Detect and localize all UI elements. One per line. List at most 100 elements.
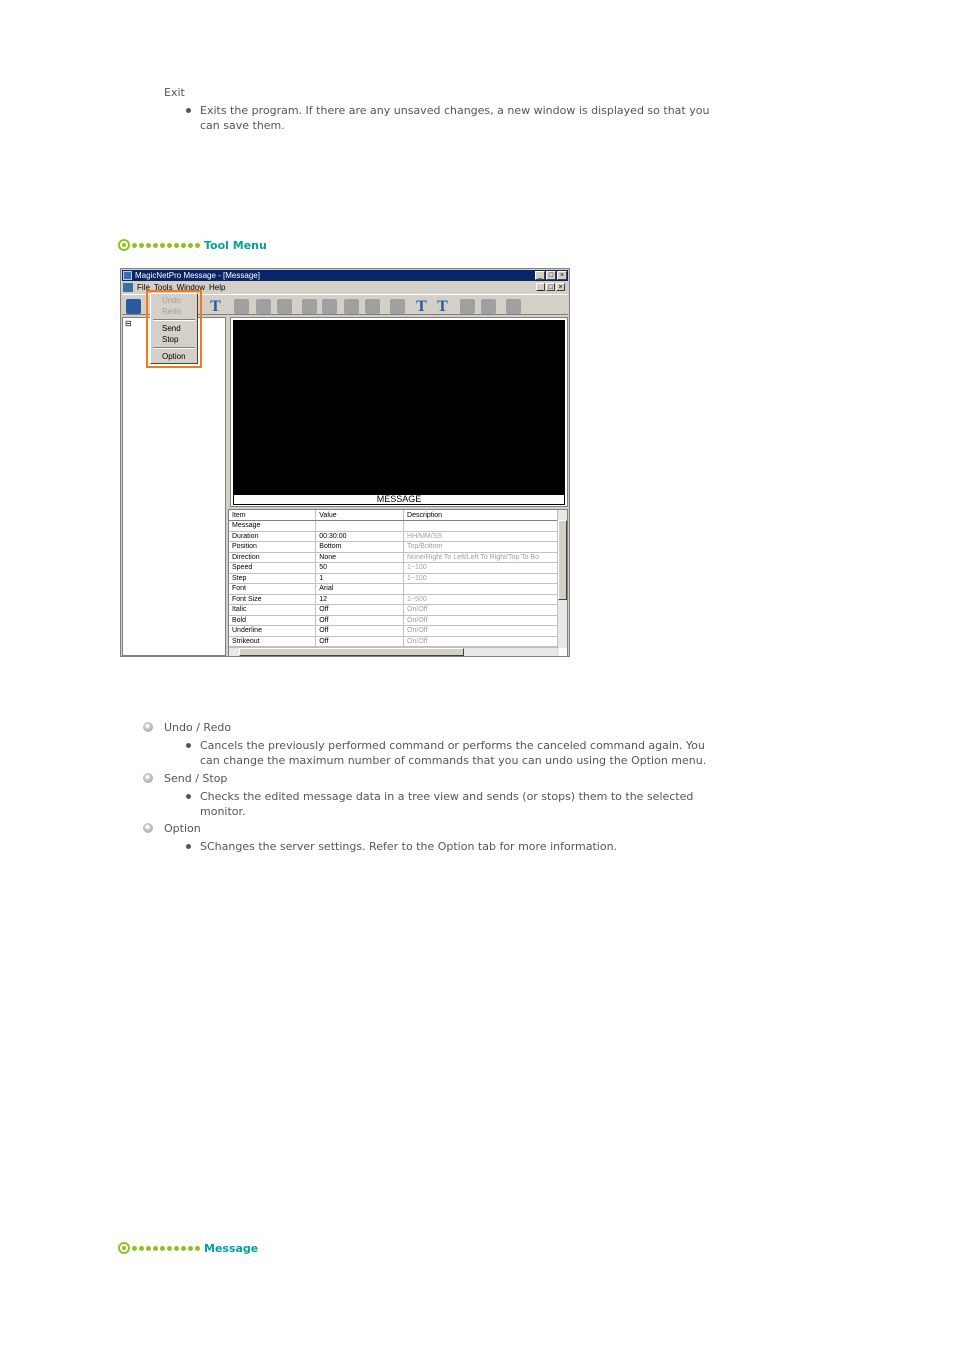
grid-cell: Bottom — [315, 541, 405, 553]
grid-cell — [315, 520, 405, 532]
grid-cell — [403, 520, 559, 532]
grid-row: Message — [229, 520, 559, 532]
window-title: MagicNetPro Message - [Message] — [135, 271, 260, 280]
grid-cell: 1 — [315, 573, 405, 584]
send-stop-term: Send / Stop — [164, 772, 228, 785]
message-heading: Message — [118, 1241, 258, 1255]
grid-cell: Off — [315, 615, 405, 626]
grid-cell: HH/MM/SS — [403, 531, 559, 542]
grid-row: Speed 50 1~100 — [229, 562, 559, 574]
grid-cell: Strikeout — [229, 636, 317, 647]
round-bullet-icon — [143, 823, 153, 833]
minimize-icon: _ — [535, 271, 545, 280]
grid-cell: On/Off — [403, 636, 559, 647]
grid-cell — [403, 583, 559, 595]
grid-row: Bold Off On/Off — [229, 615, 559, 626]
bullet-icon — [186, 108, 191, 113]
settings-icon — [390, 299, 405, 314]
maximize-icon: □ — [546, 271, 556, 280]
undo-redo-term: Undo / Redo — [164, 721, 232, 734]
section-circle-icon — [118, 239, 130, 251]
undo-redo-description: Cancels the previously performed command… — [200, 739, 707, 767]
exit-description: Exits the program. If there are any unsa… — [200, 104, 710, 132]
option-term: Option — [164, 822, 201, 835]
grid-cell: Font Size — [229, 594, 317, 605]
redo-icon — [481, 299, 496, 314]
vertical-scrollbar — [557, 510, 567, 648]
grid-cell: 1~500 — [403, 594, 559, 605]
property-grid: Item Value Description Message Duration 0… — [228, 509, 568, 657]
delete-icon — [365, 299, 380, 314]
send-stop-description: Checks the edited message data in a tree… — [200, 790, 694, 818]
grid-row: Position Bottom Top/Bottom — [229, 541, 559, 553]
tool-menu-title: Tool Menu — [204, 238, 267, 252]
message-title: Message — [204, 1241, 259, 1255]
grid-cell: Position — [229, 541, 317, 553]
grid-header-description: Description — [403, 510, 559, 521]
grid-cell: None/Right To Left/Left To Right/Top To … — [403, 552, 559, 563]
grid-cell: Speed — [229, 562, 317, 574]
copy-icon — [322, 299, 337, 314]
grid-cell: None — [315, 552, 405, 563]
grid-cell: Italic — [229, 604, 317, 616]
mdi-minimize-icon: _ — [536, 283, 545, 291]
grid-cell: Arial — [315, 583, 405, 595]
scroll-thumb — [558, 520, 567, 600]
send-text-icon: T — [416, 298, 427, 315]
grid-cell: On/Off — [403, 625, 559, 637]
grid-cell: Duration — [229, 531, 317, 542]
bullet-icon — [186, 844, 191, 849]
grid-row: Strikeout Off On/Off — [229, 636, 559, 647]
tree-expand-icon: ⊟ — [125, 319, 132, 328]
grid-cell: On/Off — [403, 604, 559, 616]
stop-text-icon: T — [437, 298, 448, 315]
tool-menu-heading: Tool Menu — [118, 238, 267, 252]
round-bullet-icon — [143, 773, 153, 783]
grid-cell: 50 — [315, 562, 405, 574]
message-preview: MESSAGE — [230, 317, 568, 507]
add-icon — [302, 299, 317, 314]
grid-cell: Direction — [229, 552, 317, 563]
scroll-thumb — [239, 648, 464, 656]
grid-header-item: Item — [229, 510, 317, 521]
open-icon — [234, 299, 249, 314]
grid-cell: On/Off — [403, 615, 559, 626]
grid-cell: Message — [229, 520, 317, 532]
grid-row: Step 1 1~100 — [229, 573, 559, 584]
grid-cell: Off — [315, 604, 405, 616]
grid-cell: Bold — [229, 615, 317, 626]
highlight-box — [146, 290, 202, 368]
grid-row: Underline Off On/Off — [229, 625, 559, 637]
window-titlebar: MagicNetPro Message - [Message] _ □ × — [122, 270, 568, 281]
save-icon — [256, 299, 271, 314]
grid-cell: 00:30:00 — [315, 531, 405, 542]
grid-row: Font Size 12 1~500 — [229, 594, 559, 605]
grid-header-value: Value — [315, 510, 405, 521]
text-icon: T — [210, 298, 221, 315]
mdi-close-icon: × — [556, 283, 565, 291]
grid-cell: Top/Bottom — [403, 541, 559, 553]
info-icon — [506, 299, 521, 314]
app-icon — [123, 271, 132, 280]
grid-cell: Font — [229, 583, 317, 595]
grid-cell: 1~100 — [403, 573, 559, 584]
menu-help: Help — [209, 283, 226, 292]
grid-row: Duration 00:30:00 HH/MM/SS — [229, 531, 559, 542]
bullet-icon — [186, 743, 191, 748]
preview-label: MESSAGE — [233, 494, 565, 505]
bullet-icon — [186, 794, 191, 799]
grid-cell: 12 — [315, 594, 405, 605]
round-bullet-icon — [143, 722, 153, 732]
preview-canvas — [233, 320, 565, 494]
find-icon — [344, 299, 359, 314]
exit-term: Exit — [164, 86, 185, 99]
mdi-restore-icon: □ — [546, 283, 555, 291]
grid-cell: Off — [315, 636, 405, 647]
grid-cell: Underline — [229, 625, 317, 637]
undo-icon — [460, 299, 475, 314]
grid-row: Font Arial — [229, 583, 559, 595]
close-icon: × — [557, 271, 567, 280]
grid-cell: Off — [315, 625, 405, 637]
new-icon — [126, 299, 141, 314]
grid-cell: 1~100 — [403, 562, 559, 574]
